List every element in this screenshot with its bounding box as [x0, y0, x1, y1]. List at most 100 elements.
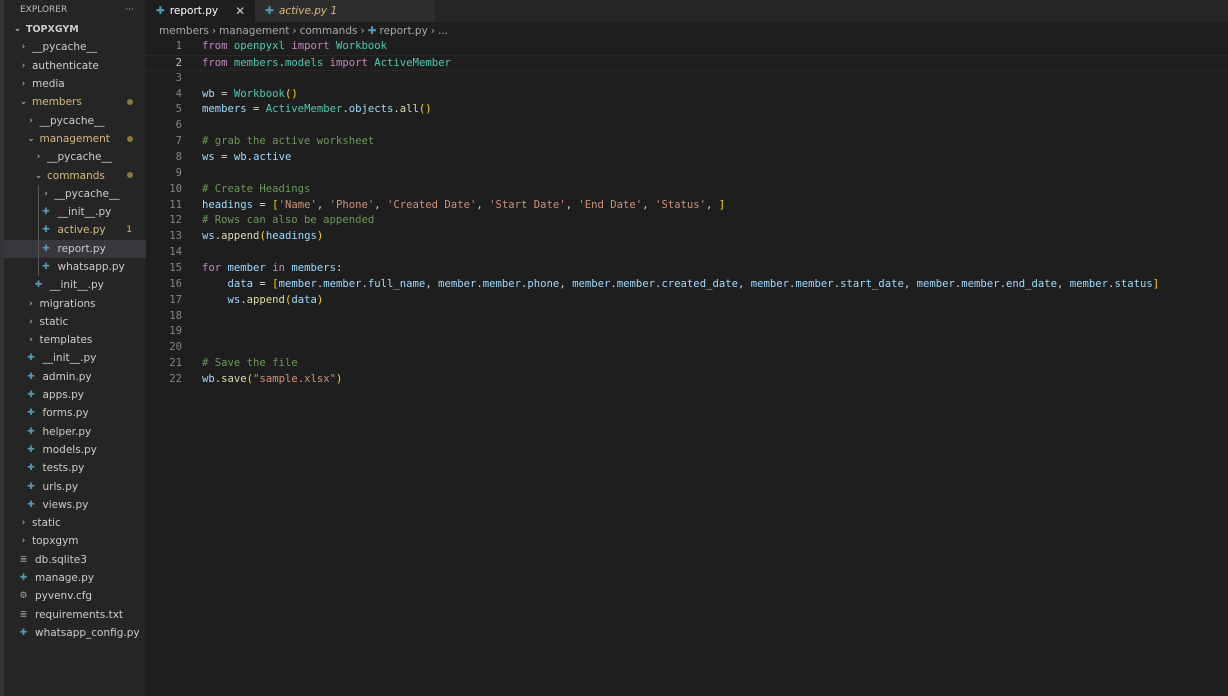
code-token: in — [272, 262, 285, 275]
code-token: = — [214, 151, 234, 164]
code-token: member — [323, 277, 362, 290]
tree-item[interactable]: ⌄ members — [4, 93, 146, 111]
code-token: for — [202, 262, 222, 275]
code-token: members — [202, 103, 247, 116]
tree-item[interactable]: › __pycache__ — [4, 148, 146, 166]
tree-item[interactable]: ✚ admin.py — [4, 368, 146, 386]
code-token: append — [246, 293, 285, 306]
tree-item[interactable]: › __pycache__ — [4, 38, 146, 56]
code-text: # Create Headings — [202, 182, 310, 198]
tree-item[interactable]: ✚ __init__.py — [4, 349, 146, 367]
breadcrumb-item[interactable]: report.py — [380, 25, 428, 37]
breadcrumb-item[interactable]: commands — [300, 25, 358, 37]
tree-item[interactable]: › static — [4, 514, 146, 532]
more-actions-button[interactable]: ··· — [125, 5, 134, 15]
code-token: member — [482, 277, 522, 290]
chevron-down-icon: ⌄ — [19, 97, 28, 108]
code-text: from members.models import ActiveMember — [202, 56, 451, 72]
root-folder[interactable]: ⌄ TOPXGYM — [4, 20, 146, 38]
code-token: , — [559, 277, 573, 290]
tree-item[interactable]: ✚ __init__.py — [4, 276, 146, 294]
tree-item-label: media — [32, 78, 65, 91]
line-number: 14 — [169, 246, 182, 259]
chevron-right-icon: › — [211, 25, 217, 37]
tree-item[interactable]: ✚ apps.py — [4, 386, 146, 404]
tree-item[interactable]: › topxgym — [4, 532, 146, 550]
code-token: Workbook — [336, 40, 388, 52]
code-token: : — [336, 262, 343, 275]
line-number: 10 — [169, 182, 182, 195]
code-line: 5 members = ActiveMember.objects.all() — [146, 102, 1228, 118]
code-token: = — [246, 103, 266, 116]
tree-item[interactable]: ✚ manage.py — [4, 569, 146, 587]
code-token: 'Name' — [278, 198, 317, 211]
code-token: status — [1114, 277, 1153, 290]
code-token: () — [284, 87, 298, 100]
breadcrumb-item[interactable]: members — [159, 25, 209, 37]
code-editor[interactable]: 1 from openpyxl import Workbook 2 from memb… — [146, 39, 1228, 696]
code-line: 17 ws.append(data) — [146, 293, 1228, 309]
python-file-icon: ✚ — [27, 444, 35, 455]
tree-item[interactable]: ✚ tests.py — [4, 459, 146, 477]
code-text: wb.save("sample.xlsx") — [202, 372, 342, 388]
line-number: 2 — [175, 56, 182, 69]
python-file-icon: ✚ — [42, 243, 50, 254]
modified-dot-icon — [127, 135, 133, 142]
python-file-icon: ✚ — [27, 408, 35, 419]
python-file-icon: ✚ — [42, 207, 50, 218]
indent-guide — [38, 184, 39, 203]
code-line: 2 from members.models import ActiveMember — [146, 54, 1228, 72]
chevron-down-icon: ⌄ — [13, 24, 22, 35]
tab-active-py[interactable]: ✚ active.py 1 — [255, 0, 436, 22]
tree-item[interactable]: ✚ helper.py — [4, 423, 146, 441]
tree-item[interactable]: ⌄ management — [4, 130, 146, 148]
indent-guide — [38, 239, 39, 258]
tree-item[interactable]: › templates — [4, 331, 146, 349]
tree-item[interactable]: ✚ whatsapp_config.py — [4, 624, 146, 642]
tree-item[interactable]: ⌄ commands — [4, 166, 146, 184]
tab-bar: ✚ report.py ✕ ✚ active.py 1 — [146, 0, 1228, 22]
code-line: 3 — [146, 71, 1228, 87]
code-token: # grab the active worksheet — [202, 135, 375, 148]
tree-item[interactable]: ✚ models.py — [4, 441, 146, 459]
tree-item[interactable]: › __pycache__ — [4, 184, 146, 203]
code-text: # Save the file — [202, 356, 298, 372]
code-token: full_name — [367, 277, 426, 290]
tree-item[interactable]: ≣ requirements.txt — [4, 606, 146, 624]
tree-item[interactable]: › static — [4, 313, 146, 331]
tree-item[interactable]: › media — [4, 75, 146, 93]
tree-item[interactable]: ✚ forms.py — [4, 404, 146, 422]
tree-item[interactable]: ≣ db.sqlite3 — [4, 551, 146, 569]
code-text: headings = ['Name', 'Phone', 'Created Da… — [202, 198, 725, 214]
tab-report-py[interactable]: ✚ report.py ✕ — [146, 0, 256, 22]
code-token: headings — [265, 230, 317, 243]
tree-item[interactable]: ✚ urls.py — [4, 477, 146, 495]
tree-item-label: helper.py — [42, 425, 92, 438]
close-icon[interactable]: ✕ — [235, 4, 245, 18]
tree-item-label: __init__.py — [57, 206, 112, 219]
tree-item-label: models.py — [42, 443, 97, 456]
tree-item[interactable]: ✚ whatsapp.py — [4, 257, 146, 277]
breadcrumb-item[interactable]: management — [219, 25, 289, 37]
tree-item[interactable]: ✚ views.py — [4, 496, 146, 514]
line-number: 21 — [169, 357, 182, 370]
tree-item[interactable]: › migrations — [4, 294, 146, 312]
python-file-icon: ✚ — [27, 481, 35, 492]
code-token: member — [795, 277, 834, 290]
tree-item[interactable]: › __pycache__ — [4, 111, 146, 129]
python-file-icon: ✚ — [367, 25, 377, 37]
code-line: 6 — [146, 118, 1228, 134]
tree-item[interactable]: ✚ __init__.py — [4, 202, 146, 222]
code-line: 22 wb.save("sample.xlsx") — [146, 372, 1228, 388]
code-token: import — [291, 40, 330, 52]
breadcrumb-item[interactable]: ... — [438, 25, 448, 37]
tree-item[interactable]: ✚ active.py 1 — [4, 221, 146, 240]
settings-file-icon: ⚙ — [19, 591, 28, 602]
code-token: member — [438, 277, 477, 290]
tree-item[interactable]: ✚ report.py — [4, 239, 146, 258]
tree-item[interactable]: ⚙ pyvenv.cfg — [4, 587, 146, 605]
code-token: , — [425, 277, 439, 290]
code-line: 21 # Save the file — [146, 356, 1228, 372]
code-token: save — [221, 373, 247, 386]
tree-item[interactable]: › authenticate — [4, 57, 146, 75]
